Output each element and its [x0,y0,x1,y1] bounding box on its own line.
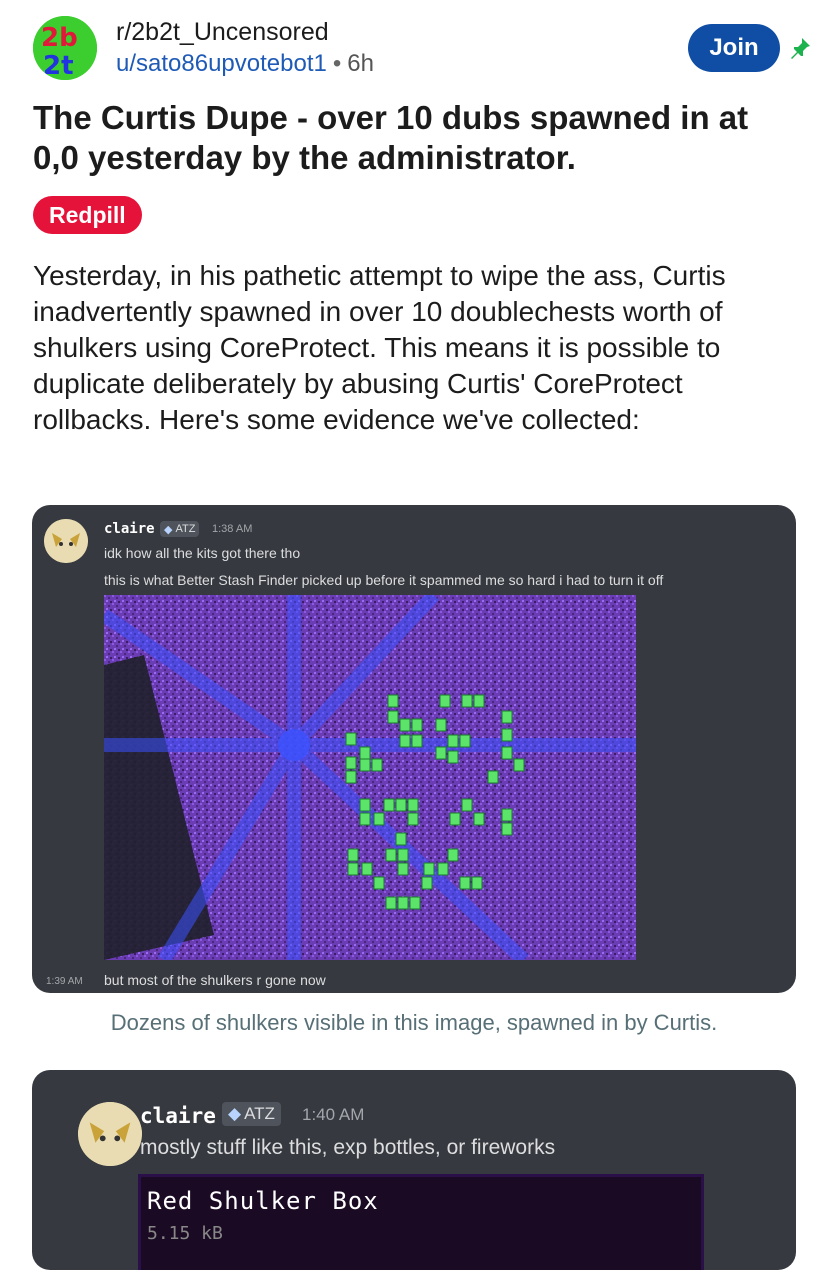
pin-icon [791,38,810,59]
svg-text:2t: 2t [43,51,74,80]
gem-icon: ◆ [228,1104,242,1123]
subreddit-name[interactable]: r/2b2t_Uncensored [116,18,329,47]
tooltip-size: 5.15 kB [147,1223,223,1244]
message-text-3: mostly stuff like this, exp bottles, or … [140,1136,556,1159]
meta-separator: • [332,50,342,77]
discord-avatar-2 [78,1102,142,1166]
post-image-1[interactable]: claire ◆ ATZ 1:38 AM idk how all the kits… [32,505,796,993]
discord-username-2: claire [140,1104,216,1128]
server-badge-2: ◆ ATZ [222,1102,281,1126]
message-time-2: 1:40 AM [302,1105,365,1124]
post-time: 6h [347,50,374,77]
tooltip-title: Red Shulker Box [147,1187,379,1215]
discord-avatar [44,519,88,563]
post-body: Yesterday, in his pathetic attempt to wi… [33,260,726,435]
post-image-2[interactable]: claire ◆ ATZ 1:40 AM mostly stuff like th… [32,1070,796,1270]
discord-username: claire [104,521,155,537]
author-link[interactable]: u/sato86upvotebot1 [116,50,327,77]
server-badge: ◆ ATZ [160,521,200,537]
stash-finder-map [104,595,636,960]
image-caption: Dozens of shulkers visible in this image… [110,1010,718,1035]
message-text-2: this is what Better Stash Finder picked … [104,572,664,588]
post-meta: u/sato86upvotebot1 • 6h [116,50,374,78]
followup-time: 1:39 AM [46,976,83,987]
svg-text:2b: 2b [41,23,78,53]
message-time: 1:38 AM [212,523,253,535]
gem-icon: ◆ [164,523,173,536]
subreddit-avatar[interactable]: 2b 2t [33,16,97,80]
item-tooltip: Red Shulker Box 5.15 kB [138,1174,704,1270]
post-header: 2b 2t r/2b2t_Uncensored u/sato86upvotebo… [0,0,828,90]
join-button[interactable]: Join [688,24,780,72]
followup-text: but most of the shulkers r gone now [104,972,326,988]
post-title: The Curtis Dupe - over 10 dubs spawned i… [33,99,749,176]
message-text-1: idk how all the kits got there tho [104,545,301,561]
post-flair[interactable]: Redpill [33,196,142,234]
